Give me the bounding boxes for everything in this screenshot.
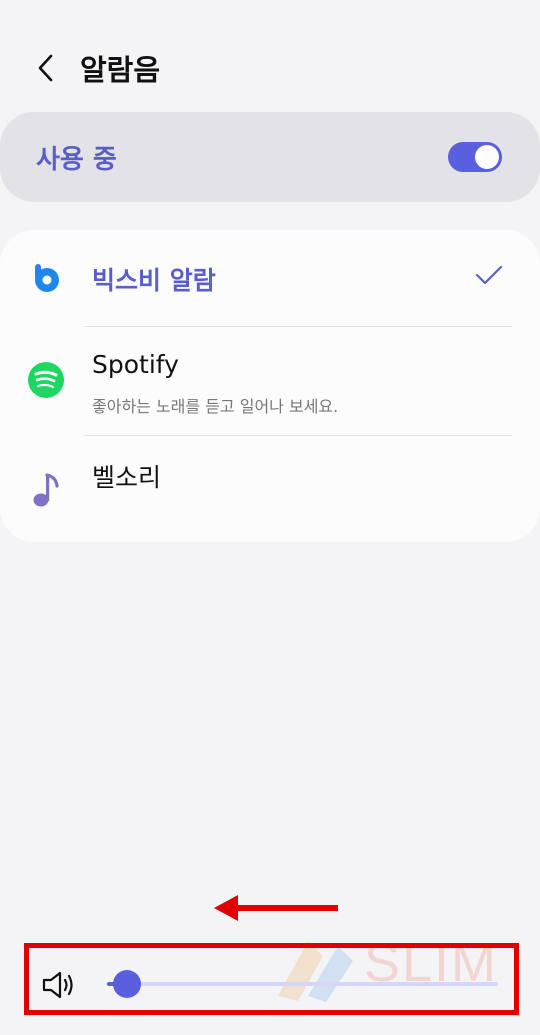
alarm-sound-options-card: 빅스비 알람 Spotify 좋아하는 노래를 듣고 일어나 보세요. 벨소리 [0,230,540,542]
switch-knob [475,145,499,169]
speaker-icon[interactable] [41,970,77,1000]
option-title: 빅스비 알람 [92,266,216,295]
option-ringtone[interactable]: 벨소리 [0,436,540,542]
chevron-left-icon [38,54,53,82]
master-switch-label: 사용 중 [36,144,117,175]
app-header: 알람음 [0,40,540,96]
option-title: 벨소리 [92,463,162,492]
volume-slider-thumb[interactable] [112,970,141,998]
volume-slider-track[interactable] [107,970,498,998]
spotify-icon [26,360,66,400]
option-title: Spotify [92,350,179,379]
option-subtitle: 좋아하는 노래를 듣고 일어나 보세요. [92,397,339,416]
option-spotify[interactable]: Spotify 좋아하는 노래를 듣고 일어나 보세요. [0,327,540,435]
back-button[interactable] [26,48,66,88]
page-title: 알람음 [80,53,161,87]
volume-control-highlight [24,943,519,1015]
master-switch-row[interactable]: 사용 중 [0,112,540,202]
annotation-arrow-left [214,893,340,927]
check-icon [474,264,504,290]
music-note-icon [26,470,66,510]
option-bixby-alarm[interactable]: 빅스비 알람 [0,230,540,326]
master-switch-toggle[interactable] [448,142,502,172]
bixby-icon [26,258,66,298]
